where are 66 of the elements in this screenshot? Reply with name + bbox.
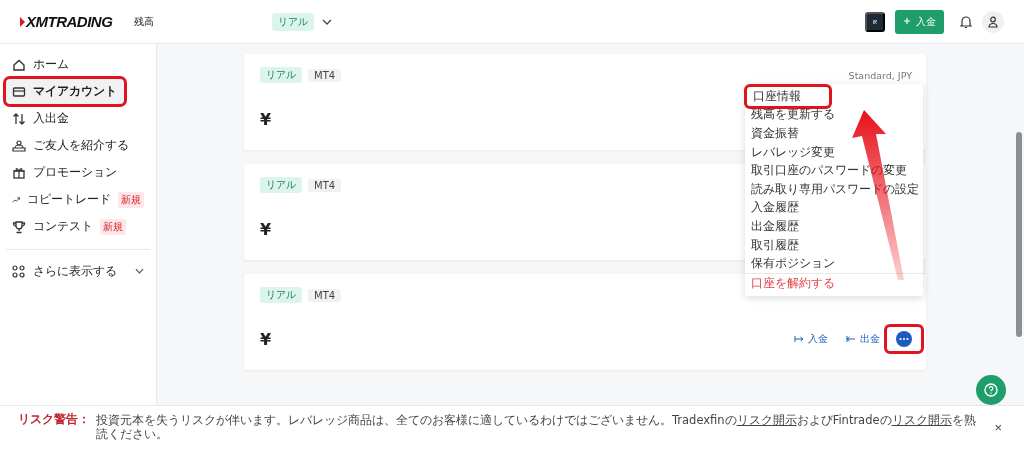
more-button[interactable] — [884, 324, 924, 354]
platform-tag: MT4 — [308, 68, 342, 82]
account-type-tag: リアル — [272, 12, 315, 31]
currency-symbol: ¥ — [260, 110, 272, 129]
help-icon — [983, 382, 999, 398]
home-icon — [12, 57, 26, 72]
balance-label: 残高 — [134, 14, 155, 29]
credit-card-icon — [12, 84, 26, 99]
risk-disclosure-link[interactable]: リスク開示 — [891, 412, 952, 427]
user-icon — [988, 15, 998, 28]
sidebar-item[interactable]: ホーム — [6, 52, 150, 77]
account-spec: Standard, JPY — [848, 69, 912, 81]
sidebar-item-label: コピートレード — [27, 192, 111, 207]
sidebar-item-label: プロモーション — [33, 165, 117, 180]
account-type-tag: リアル — [260, 67, 302, 83]
grid-icon — [12, 264, 25, 278]
new-badge: 新規 — [118, 191, 144, 208]
menu-item[interactable]: 取引履歴 — [745, 235, 923, 255]
show-more-label: さらに表示する — [33, 263, 118, 279]
chevron-down-icon[interactable] — [322, 18, 333, 25]
bell-icon[interactable] — [960, 14, 972, 29]
user-button[interactable] — [982, 10, 1004, 33]
sidebar-item-label: マイアカウント — [33, 84, 117, 99]
logo[interactable]: XMTRADING — [20, 13, 113, 30]
new-badge: 新規 — [100, 218, 126, 235]
sidebar-item-label: ご友人を紹介する — [33, 138, 129, 153]
people-icon — [12, 138, 26, 153]
sidebar-item[interactable]: プロモーション — [6, 160, 150, 185]
deposit-link[interactable]: 入金 — [794, 332, 828, 346]
show-more-item[interactable]: さらに表示する — [6, 260, 150, 282]
sidebar-item[interactable]: ご友人を紹介する — [6, 133, 150, 158]
menu-item[interactable]: レバレッジ変更 — [745, 142, 923, 162]
risk-warning-text: 投資元本を失うリスクが伴います。レバレッジ商品は、全てのお客様に適しているわけではございません。Tradexfinのリスク開示およびFintradeのリスク開示を熟読ください。 — [96, 413, 977, 442]
account-type-tag: リアル — [260, 287, 302, 303]
arrow-icon — [846, 336, 856, 342]
scrollbar[interactable] — [1013, 44, 1024, 405]
menu-item[interactable]: 出金履歴 — [745, 217, 923, 236]
currency-symbol: ¥ — [260, 330, 272, 349]
sidebar-item[interactable]: コンテスト 新規 — [6, 214, 150, 239]
sidebar-item[interactable]: マイアカウント — [6, 79, 124, 104]
currency-symbol: ¥ — [260, 220, 272, 239]
transfer-icon — [12, 111, 26, 126]
chevron-down-icon — [135, 268, 144, 274]
withdraw-link[interactable]: 出金 — [846, 332, 880, 346]
menu-item[interactable]: 取引口座のパスワードの変更 — [745, 161, 923, 180]
menu-item[interactable]: 保有ポジション — [745, 254, 923, 273]
menu-item[interactable]: 入金履歴 — [745, 198, 923, 218]
arrow-icon — [794, 336, 804, 342]
platform-tag: MT4 — [308, 178, 342, 192]
menu-item[interactable]: 口座情報 — [747, 87, 829, 106]
sidebar-item-label: ホーム — [33, 57, 69, 72]
qr-code-button[interactable] — [865, 11, 885, 32]
menu-item[interactable]: 残高を更新する — [745, 105, 923, 125]
risk-warning-label: リスク警告： — [18, 412, 90, 427]
sidebar-item[interactable]: 入出金 — [6, 106, 150, 131]
more-icon — [896, 331, 912, 347]
gift-icon — [12, 165, 26, 180]
trophy-icon — [12, 219, 26, 234]
account-type-tag: リアル — [260, 177, 302, 193]
sidebar-item-label: コンテスト — [33, 219, 93, 234]
sidebar-item[interactable]: コピートレード 新規 — [6, 187, 150, 212]
platform-tag: MT4 — [308, 288, 342, 302]
risk-disclosure-link[interactable]: リスク開示 — [736, 412, 797, 427]
sidebar-item-label: 入出金 — [33, 111, 69, 126]
menu-item[interactable]: 資金振替 — [745, 124, 923, 143]
close-button[interactable]: × — [994, 420, 1002, 435]
